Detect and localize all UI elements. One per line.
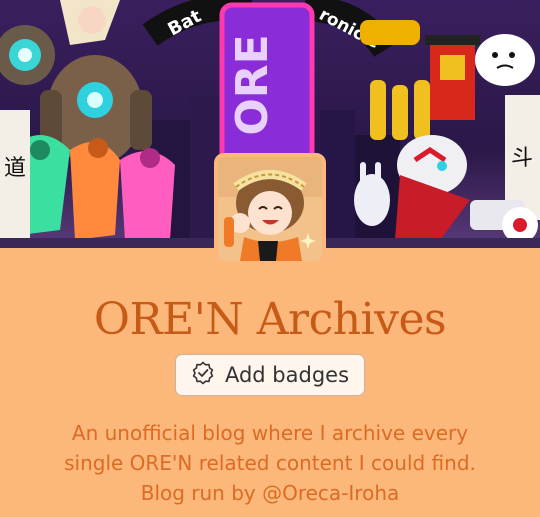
avatar[interactable] bbox=[214, 153, 326, 265]
description-line-2: single ORE'N related content I could fin… bbox=[64, 451, 476, 475]
badge-icon bbox=[191, 361, 215, 389]
description-line-1: An unofficial blog where I archive every bbox=[71, 421, 469, 445]
blog-description: An unofficial blog where I archive every… bbox=[0, 418, 540, 508]
add-badges-button[interactable]: Add badges bbox=[175, 354, 365, 396]
sign-right-text: 斗 bbox=[511, 146, 533, 171]
add-badges-label: Add badges bbox=[224, 363, 350, 387]
sign-left-text: 道 bbox=[4, 156, 26, 181]
avatar-image bbox=[218, 157, 322, 261]
description-line-3: Blog run by @Oreca-Iroha bbox=[140, 481, 400, 505]
logo-text: ORE bbox=[227, 34, 278, 135]
blog-title: ORE'N Archives bbox=[93, 294, 447, 345]
